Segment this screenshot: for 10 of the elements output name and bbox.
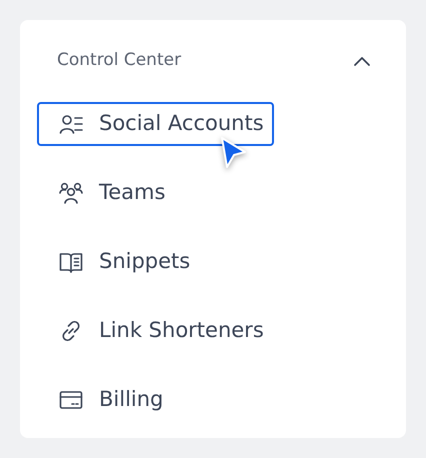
menu-item[interactable]: Social Accounts <box>37 102 274 146</box>
menu-item[interactable]: Teams <box>37 171 176 215</box>
panel-title: Control Center <box>57 49 182 72</box>
group-icon <box>59 181 83 205</box>
menu-item[interactable]: Snippets <box>37 240 200 284</box>
menu-item[interactable]: Billing <box>37 378 174 422</box>
menu-item[interactable]: Link Shorteners <box>37 309 274 353</box>
person-list-icon <box>59 112 83 136</box>
book-icon <box>59 250 83 274</box>
card-icon <box>59 388 83 412</box>
